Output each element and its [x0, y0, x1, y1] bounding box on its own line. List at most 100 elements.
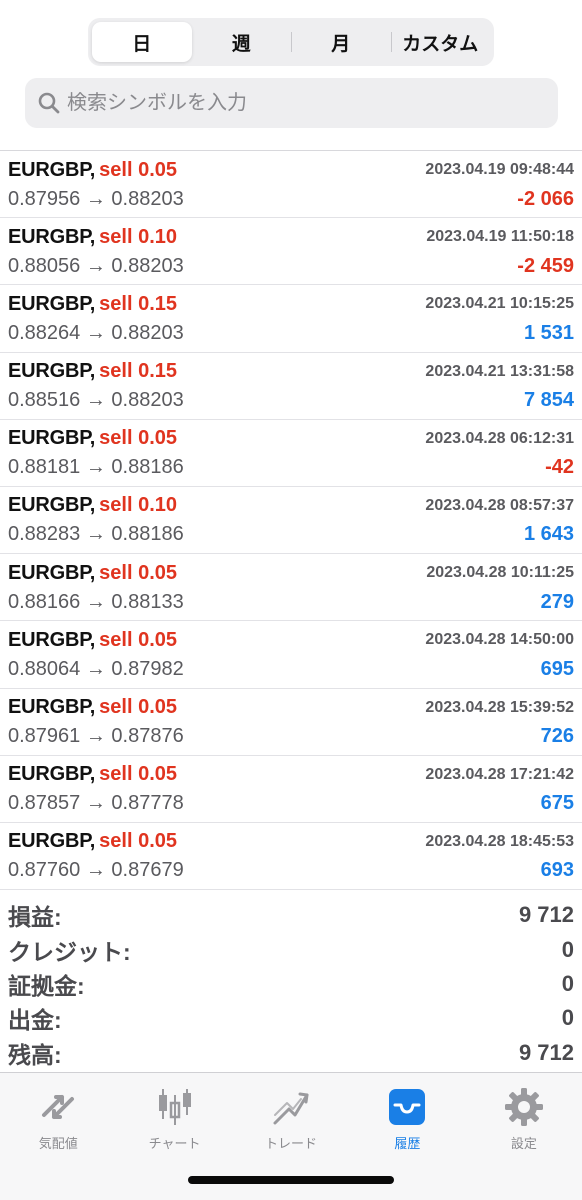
- tab-quotes[interactable]: 気配値: [0, 1073, 116, 1153]
- trade-time: 2023.04.28 08:57:37: [425, 496, 574, 514]
- candlestick-chart-icon: [158, 1089, 191, 1125]
- trade-prices: 0.88166 → 0.88133: [8, 590, 184, 613]
- trade-symbol: EURGBP,: [8, 763, 96, 786]
- summary-row: クレジット: 0: [0, 932, 582, 966]
- tab-settings[interactable]: 設定: [466, 1073, 582, 1153]
- summary-value: 0: [561, 936, 574, 962]
- trade-line-icon: [273, 1092, 309, 1125]
- summary-row: 損益: 9 712: [0, 898, 582, 932]
- trade-row[interactable]: EURGBP, sell 0.05 2023.04.28 14:50:00 0.880…: [0, 621, 582, 689]
- trade-prices: 0.88283 → 0.88186: [8, 523, 184, 546]
- trade-symbol: EURGBP,: [8, 830, 96, 853]
- trade-row[interactable]: EURGBP, sell 0.15 2023.04.21 13:31:58 0.885…: [0, 353, 582, 420]
- trade-symbol: EURGBP,: [8, 494, 96, 517]
- trade-symbol: EURGBP,: [8, 292, 96, 315]
- trade-profit: 1 643: [523, 523, 574, 546]
- trade-profit: 675: [540, 792, 574, 815]
- trade-symbol: EURGBP,: [8, 158, 96, 181]
- trade-symbol: EURGBP,: [8, 628, 96, 651]
- tab-label: 履歴: [394, 1136, 421, 1151]
- trade-prices: 0.88516 → 0.88203: [8, 389, 184, 412]
- trade-profit: 693: [540, 859, 574, 882]
- trade-prices: 0.87961 → 0.87876: [8, 725, 184, 747]
- trade-side-volume: sell 0.10: [99, 225, 177, 248]
- period-tab-month[interactable]: 月: [291, 22, 391, 62]
- summary-value: 0: [561, 1005, 574, 1031]
- trade-row[interactable]: EURGBP, sell 0.05 2023.04.28 18:45:53 0.877…: [0, 823, 582, 891]
- trade-prices: 0.88064 → 0.87982: [8, 657, 184, 680]
- trade-side-volume: sell 0.10: [99, 494, 177, 517]
- trade-symbol: EURGBP,: [8, 225, 96, 248]
- trade-row[interactable]: EURGBP, sell 0.10 2023.04.19 11:50:18 0.880…: [0, 218, 582, 286]
- trade-prices: 0.87956 → 0.88203: [8, 187, 184, 210]
- trade-time: 2023.04.28 15:39:52: [425, 698, 574, 716]
- tab-label: トレード: [265, 1136, 318, 1151]
- trade-history-list: EURGBP, sell 0.05 2023.04.19 09:48:44 0.879…: [0, 150, 582, 891]
- tab-trade[interactable]: トレード: [233, 1073, 349, 1153]
- summary-label: 損益:: [8, 904, 62, 931]
- trade-prices: 0.88181 → 0.88186: [8, 456, 184, 479]
- account-summary: 損益: 9 712 クレジット: 0 証拠金: 0 出金: 0 残高: 9 712: [0, 898, 582, 1070]
- trade-time: 2023.04.28 10:11:25: [426, 564, 574, 582]
- trade-prices: 0.88264 → 0.88203: [8, 321, 184, 344]
- period-tab-week[interactable]: 週: [192, 22, 292, 62]
- trade-symbol: EURGBP,: [8, 360, 96, 383]
- trade-row[interactable]: EURGBP, sell 0.10 2023.04.28 08:57:37 0.882…: [0, 487, 582, 555]
- trade-side-volume: sell 0.05: [99, 561, 177, 584]
- search-icon: [38, 92, 60, 114]
- trade-side-volume: sell 0.05: [99, 427, 177, 450]
- trade-side-volume: sell 0.05: [99, 696, 177, 718]
- trade-symbol: EURGBP,: [8, 427, 96, 450]
- gear-icon: [504, 1088, 543, 1126]
- trade-profit: 7 854: [523, 389, 574, 412]
- trade-side-volume: sell 0.15: [99, 360, 177, 383]
- summary-value: 9 712: [518, 1039, 574, 1065]
- trade-profit: 279: [540, 590, 574, 613]
- summary-label: 出金:: [8, 1007, 62, 1034]
- tab-label: 設定: [510, 1136, 537, 1151]
- trade-side-volume: sell 0.05: [99, 628, 177, 651]
- tab-chart[interactable]: チャート: [116, 1073, 232, 1153]
- trade-prices: 0.87760 → 0.87679: [8, 859, 184, 882]
- summary-row: 証拠金: 0: [0, 967, 582, 1001]
- trade-row[interactable]: EURGBP, sell 0.05 2023.04.28 17:21:42 0.878…: [0, 756, 582, 823]
- trade-time: 2023.04.19 09:48:44: [425, 161, 574, 178]
- trade-time: 2023.04.28 06:12:31: [425, 429, 574, 447]
- trade-prices: 0.88056 → 0.88203: [8, 254, 184, 277]
- tab-history[interactable]: 履歴: [349, 1073, 465, 1153]
- trade-profit: -2 066: [517, 187, 574, 210]
- trade-row[interactable]: EURGBP, sell 0.05 2023.04.28 06:12:31 0.881…: [0, 420, 582, 487]
- period-tab-custom[interactable]: カスタム: [390, 22, 491, 62]
- trade-prices: 0.87857 → 0.87778: [8, 792, 184, 815]
- summary-value: 0: [561, 970, 574, 996]
- trade-row[interactable]: EURGBP, sell 0.05 2023.04.28 10:11:25 0.881…: [0, 554, 582, 622]
- trade-time: 2023.04.28 18:45:53: [425, 832, 574, 850]
- trade-side-volume: sell 0.05: [99, 830, 177, 853]
- period-segmented-control: 日 週 月 カスタム: [88, 18, 494, 66]
- trade-time: 2023.04.19 11:50:18: [426, 228, 574, 246]
- trade-time: 2023.04.21 10:15:25: [425, 295, 574, 313]
- tab-label: 気配値: [38, 1136, 78, 1151]
- history-tray-icon: [389, 1089, 426, 1125]
- trade-row[interactable]: EURGBP, sell 0.15 2023.04.21 10:15:25 0.882…: [0, 285, 582, 353]
- summary-label: 残高:: [8, 1041, 62, 1068]
- trade-profit: 1 531: [523, 321, 574, 344]
- summary-value: 9 712: [518, 902, 574, 928]
- summary-label: 証拠金:: [8, 972, 85, 999]
- period-tab-day[interactable]: 日: [92, 22, 192, 62]
- trade-symbol: EURGBP,: [8, 696, 96, 718]
- trade-side-volume: sell 0.05: [99, 763, 177, 786]
- tab-label: チャート: [148, 1136, 201, 1151]
- trade-row[interactable]: EURGBP, sell 0.05 2023.04.19 09:48:44 0.879…: [0, 151, 582, 219]
- quotes-arrows-icon: [42, 1095, 75, 1119]
- trade-row[interactable]: EURGBP, sell 0.05 2023.04.28 15:39:52 0.879…: [0, 689, 582, 756]
- trade-time: 2023.04.28 17:21:42: [425, 765, 574, 783]
- summary-label: クレジット:: [8, 938, 131, 965]
- home-indicator: [188, 1176, 394, 1184]
- search-input[interactable]: [67, 91, 527, 115]
- summary-row: 残高: 9 712: [0, 1036, 582, 1070]
- summary-row: 出金: 0: [0, 1001, 582, 1035]
- trade-time: 2023.04.21 13:31:58: [425, 362, 574, 380]
- search-bar[interactable]: [25, 78, 558, 128]
- trade-profit: 726: [540, 725, 574, 747]
